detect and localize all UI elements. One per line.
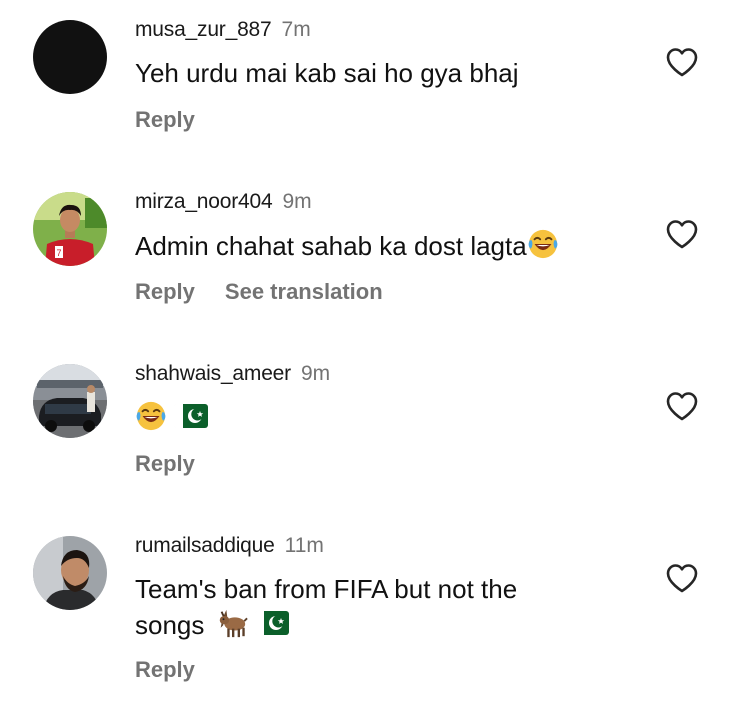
reply-button[interactable]: Reply: [135, 451, 195, 476]
avatar[interactable]: 7: [33, 192, 107, 266]
comment-3: shahwais_ameer 9m Reply: [0, 344, 740, 516]
comment-actions: Reply: [135, 656, 195, 684]
comment-4: rumailsaddique 11m Team's ban from FIFA b…: [0, 516, 740, 707]
timestamp: 11m: [284, 534, 324, 557]
timestamp: 9m: [300, 362, 331, 385]
username[interactable]: rumailsaddique: [135, 534, 275, 557]
avatar[interactable]: [33, 536, 107, 610]
comment-text-line-1: Team's ban from FIFA but not the: [135, 574, 518, 604]
timestamp: 9m: [282, 190, 312, 213]
heart-outline-icon[interactable]: [666, 563, 698, 593]
comment-text-row: songs: [135, 607, 289, 642]
see-translation-button[interactable]: See translation: [225, 279, 383, 304]
comment-actions: Reply: [135, 450, 195, 478]
pakistan-flag-emoji: [255, 610, 289, 636]
avatar[interactable]: [33, 364, 107, 438]
comment-text-line-2: songs: [135, 610, 205, 640]
comment-2: 7 mirza_noor404 9m Admin chahat sahab ka …: [0, 172, 740, 344]
reply-button[interactable]: Reply: [135, 279, 195, 304]
comment-meta: musa_zur_887 7m: [135, 17, 311, 43]
svg-text:7: 7: [57, 248, 62, 258]
timestamp: 7m: [281, 18, 311, 41]
username[interactable]: mirza_noor404: [135, 190, 273, 213]
comment-text: Admin chahat sahab ka dost lagta: [135, 231, 527, 261]
heart-outline-icon[interactable]: [666, 219, 698, 249]
comment-meta: mirza_noor404 9m: [135, 189, 312, 215]
heart-outline-icon[interactable]: [666, 391, 698, 421]
comment-text-row: Admin chahat sahab ka dost lagta: [135, 228, 559, 263]
reply-button[interactable]: Reply: [135, 107, 195, 132]
pakistan-flag-emoji: [174, 403, 208, 429]
heart-outline-icon[interactable]: [666, 47, 698, 77]
laughing-tears-emoji: [135, 400, 167, 432]
comment-meta: shahwais_ameer 9m: [135, 361, 330, 387]
goat-emoji: [216, 607, 248, 639]
laughing-tears-emoji: [527, 228, 559, 260]
comment-text-row: [135, 400, 208, 435]
comment-1: musa_zur_887 7m Yeh urdu mai kab sai ho g…: [0, 0, 740, 172]
avatar[interactable]: [33, 20, 107, 94]
comment-text: Yeh urdu mai kab sai ho gya bhaj: [135, 58, 519, 88]
comment-actions: Reply See translation: [135, 278, 383, 306]
username[interactable]: shahwais_ameer: [135, 362, 291, 385]
username[interactable]: musa_zur_887: [135, 18, 272, 41]
comment-actions: Reply: [135, 106, 195, 134]
reply-button[interactable]: Reply: [135, 657, 195, 682]
comment-meta: rumailsaddique 11m: [135, 533, 324, 559]
